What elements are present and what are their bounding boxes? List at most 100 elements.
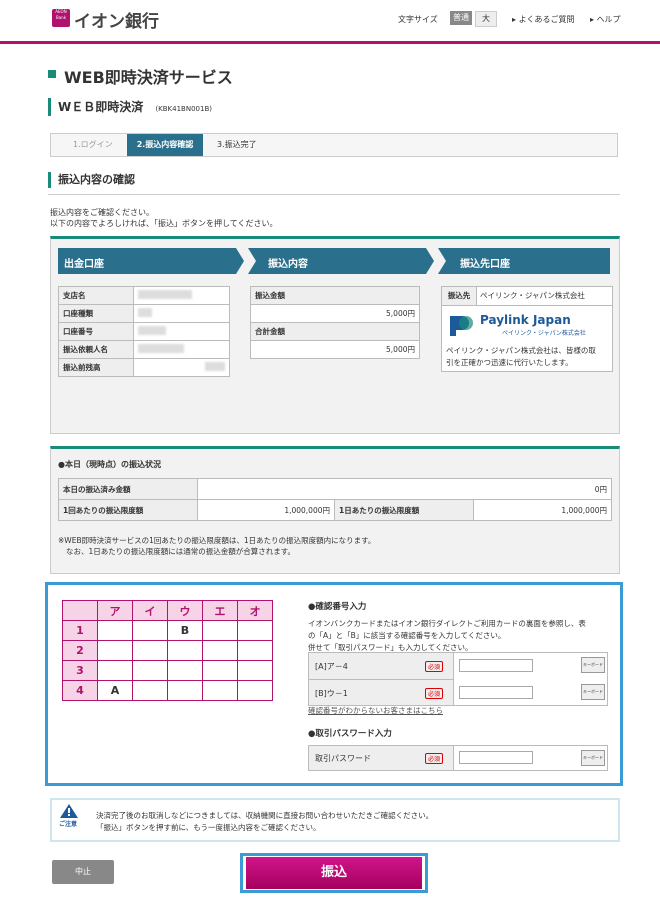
- dest-panel-title: 振込先口座: [460, 259, 510, 270]
- grid-col-i: イ: [132, 600, 168, 621]
- help-link[interactable]: ▸ ヘルプ: [590, 14, 621, 25]
- password-title: ●取引パスワード入力: [308, 729, 392, 739]
- required-badge: 必須: [425, 661, 444, 672]
- status-note-1: ※WEB即時決済サービスの1回あたりの振込限度額は、1日あたりの振込限度額内にな…: [58, 536, 376, 545]
- transfer-submit-button[interactable]: 振込: [246, 857, 422, 889]
- status-title: ●本日（現時点）の振込状況: [58, 460, 161, 469]
- amount-label: 振込金額: [250, 286, 420, 305]
- faq-link[interactable]: ▸ よくあるご質問: [512, 14, 575, 25]
- source-account-table: 支店名 口座種類 口座番号 振込依頼人名 振込前残高: [58, 286, 230, 377]
- password-field-label: 取引パスワード: [315, 754, 371, 763]
- grid-mark-a: A: [97, 680, 133, 701]
- grid-col-u: ウ: [167, 600, 203, 621]
- divider: [48, 194, 620, 195]
- paylink-logo-icon: [446, 312, 476, 338]
- table-row: 1回あたりの振込限度額 1,000,000円 1日あたりの振込限度額 1,000…: [58, 499, 612, 521]
- b-number-input[interactable]: [459, 686, 533, 699]
- grid-row-label: 1: [62, 620, 98, 641]
- font-large-button[interactable]: 大: [475, 11, 497, 27]
- confirm-number-table: [A]ア－4 必須 キーボード [B]ウ－1 必須 キーボード: [308, 652, 608, 706]
- security-card-grid: ア イ ウ エ オ 1 B 2 3 4 A: [62, 600, 273, 701]
- account-type-value-redacted: [133, 304, 230, 323]
- grid-corner: [62, 600, 98, 621]
- requester-name-value-redacted: [133, 340, 230, 359]
- b-label-cell: [B]ウ－1 必須: [309, 680, 454, 705]
- aeon-logo-icon[interactable]: AEON Bank: [52, 9, 70, 27]
- done-amount-label: 本日の振込済み金額: [58, 478, 198, 500]
- balance-label: 振込前残高: [58, 358, 134, 377]
- keyboard-icon[interactable]: キーボード: [581, 750, 605, 766]
- source-panel-title: 出金口座: [64, 259, 104, 270]
- table-row: 本日の振込済み金額 0円: [58, 478, 612, 500]
- required-badge: 必須: [425, 753, 444, 764]
- grid-header-row: ア イ ウ エ オ: [62, 600, 273, 621]
- content-panel-title: 振込内容: [268, 259, 308, 270]
- service-subtitle: WＥＢ即時決済 (KBK41BN001B): [48, 98, 212, 116]
- limit-per-day-label: 1日あたりの振込限度額: [334, 499, 474, 521]
- page-title: WEB即時決済サービス: [64, 68, 233, 87]
- a-number-input[interactable]: [459, 659, 533, 672]
- auth-desc-1: イオンバンクカードまたはイオン銀行ダイレクトご利用カードの裏面を参照し、表: [308, 619, 586, 628]
- table-row: 合計金額: [250, 322, 420, 341]
- password-table: 取引パスワード 必須 キーボード: [308, 745, 608, 771]
- grid-mark-b: B: [167, 620, 203, 641]
- limit-per-day-value: 1,000,000円: [473, 499, 612, 521]
- table-row: 振込前残高: [58, 358, 230, 377]
- site-header: AEON Bank イオン銀行 文字サイズ 普通 大 ▸ よくあるご質問 ▸ ヘ…: [0, 0, 660, 44]
- total-value: 5,000円: [250, 340, 420, 359]
- help-confirm-number-link[interactable]: 確認番号がわからないお客さまはこちら: [308, 705, 443, 716]
- branch-value-redacted: [133, 286, 230, 305]
- account-number-label: 口座番号: [58, 322, 134, 341]
- cancel-button[interactable]: 中止: [52, 860, 114, 884]
- password-input[interactable]: [459, 751, 533, 764]
- keyboard-icon[interactable]: キーボード: [581, 657, 605, 673]
- grid-row-label: 4: [62, 680, 98, 701]
- b-field-label: [B]ウ－1: [315, 689, 348, 698]
- limit-per-tx-label: 1回あたりの振込限度額: [58, 499, 198, 521]
- grid-row-label: 2: [62, 640, 98, 661]
- confirm-note-1: 振込内容をご確認ください。: [50, 208, 154, 217]
- table-row: 振込依頼人名: [58, 340, 230, 359]
- grid-row: 2: [62, 640, 273, 661]
- dest-label: 振込先: [442, 287, 477, 306]
- paylink-brand-sub: ペイリンク・ジャパン株式会社: [502, 330, 586, 337]
- step-complete: 3.振込完了: [217, 140, 257, 149]
- dest-desc-1: ペイリンク・ジャパン株式会社は、皆様の取: [446, 346, 596, 355]
- limit-per-tx-value: 1,000,000円: [197, 499, 335, 521]
- caution-label: ご注意: [59, 821, 78, 828]
- transfer-amount-table: 振込金額 5,000円 合計金額 5,000円: [250, 286, 420, 359]
- account-number-value-redacted: [133, 322, 230, 341]
- progress-steps: 1.ログイン 2.振込内容確認 3.振込完了: [50, 133, 618, 157]
- confirm-note-2: 以下の内容でよろしければ、「振込」ボタンを押してください。: [50, 219, 278, 228]
- grid-col-a: ア: [97, 600, 133, 621]
- confirm-section-title: 振込内容の確認: [48, 172, 135, 188]
- password-label-cell: 取引パスワード 必須: [309, 746, 454, 770]
- confirm-number-title: ●確認番号入力: [308, 602, 367, 612]
- logo-mark: AEON Bank: [55, 9, 67, 20]
- grid-col-e: エ: [202, 600, 238, 621]
- a-field-label: [A]ア－4: [315, 662, 348, 671]
- panel-headers-arrows: [58, 248, 610, 274]
- warning-icon: [60, 804, 78, 818]
- done-amount-value: 0円: [197, 478, 612, 500]
- table-row: 支店名: [58, 286, 230, 305]
- step-login: 1.ログイン: [73, 140, 113, 149]
- table-row: 5,000円: [250, 304, 420, 323]
- dest-account-panel: 振込先 ペイリンク・ジャパン株式会社 Paylink Japan ペイリンク・ジ…: [441, 286, 613, 372]
- grid-col-o: オ: [237, 600, 273, 621]
- grid-row: 4 A: [62, 680, 273, 701]
- keyboard-icon[interactable]: キーボード: [581, 684, 605, 700]
- grid-row-label: 3: [62, 660, 98, 681]
- help-label: ヘルプ: [596, 15, 621, 24]
- caution-line-1: 決済完了後のお取消しなどにつきましては、収納機関に直接お問い合わせいただきご確認…: [96, 811, 434, 820]
- dest-value: ペイリンク・ジャパン株式会社: [480, 291, 585, 300]
- table-row: 口座番号: [58, 322, 230, 341]
- caution-line-2: 「振込」ボタンを押す前に、もう一度振込内容をご確認ください。: [96, 823, 321, 832]
- balance-value-redacted: [133, 358, 230, 377]
- requester-name-label: 振込依頼人名: [58, 340, 134, 359]
- grid-row: 3: [62, 660, 273, 681]
- account-type-label: 口座種類: [58, 304, 134, 323]
- font-normal-button[interactable]: 普通: [450, 11, 472, 25]
- bank-logo-text[interactable]: イオン銀行: [74, 7, 159, 32]
- screen-code: (KBK41BN001B): [155, 105, 212, 113]
